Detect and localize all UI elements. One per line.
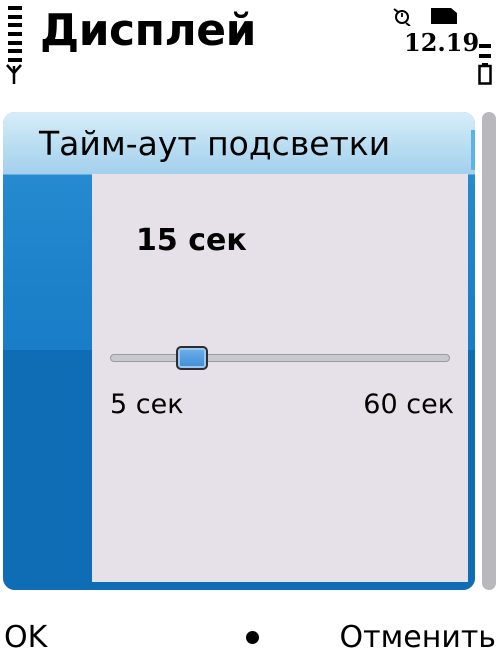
slider-max-label: 60 сек xyxy=(363,389,454,420)
sim-card-icon xyxy=(431,8,457,24)
slider-track[interactable] xyxy=(110,354,450,362)
current-value-label: 15 сек xyxy=(136,223,247,258)
slider-thumb[interactable] xyxy=(176,346,208,370)
selection-dot-icon[interactable] xyxy=(246,631,259,644)
dialog-title: Тайм-аут подсветки xyxy=(39,124,391,163)
slider-dialog: 15 сек 5 сек 60 сек xyxy=(92,174,468,582)
signal-strength-icon xyxy=(8,6,22,62)
slider-min-label: 5 сек xyxy=(110,389,184,420)
battery-level-icon xyxy=(479,44,491,58)
ok-softkey[interactable]: OK xyxy=(4,618,47,658)
cancel-softkey[interactable]: Отменить xyxy=(340,618,496,658)
panel-highlight xyxy=(471,130,475,170)
battery-icon xyxy=(478,63,492,85)
antenna-icon xyxy=(6,64,22,84)
clock: 12.19 xyxy=(404,28,480,57)
dialog-title-bar: Тайм-аут подсветки xyxy=(3,112,475,175)
scrollbar[interactable] xyxy=(482,112,496,590)
app-title: Дисплей xyxy=(40,5,256,56)
alarm-icon xyxy=(393,8,411,26)
